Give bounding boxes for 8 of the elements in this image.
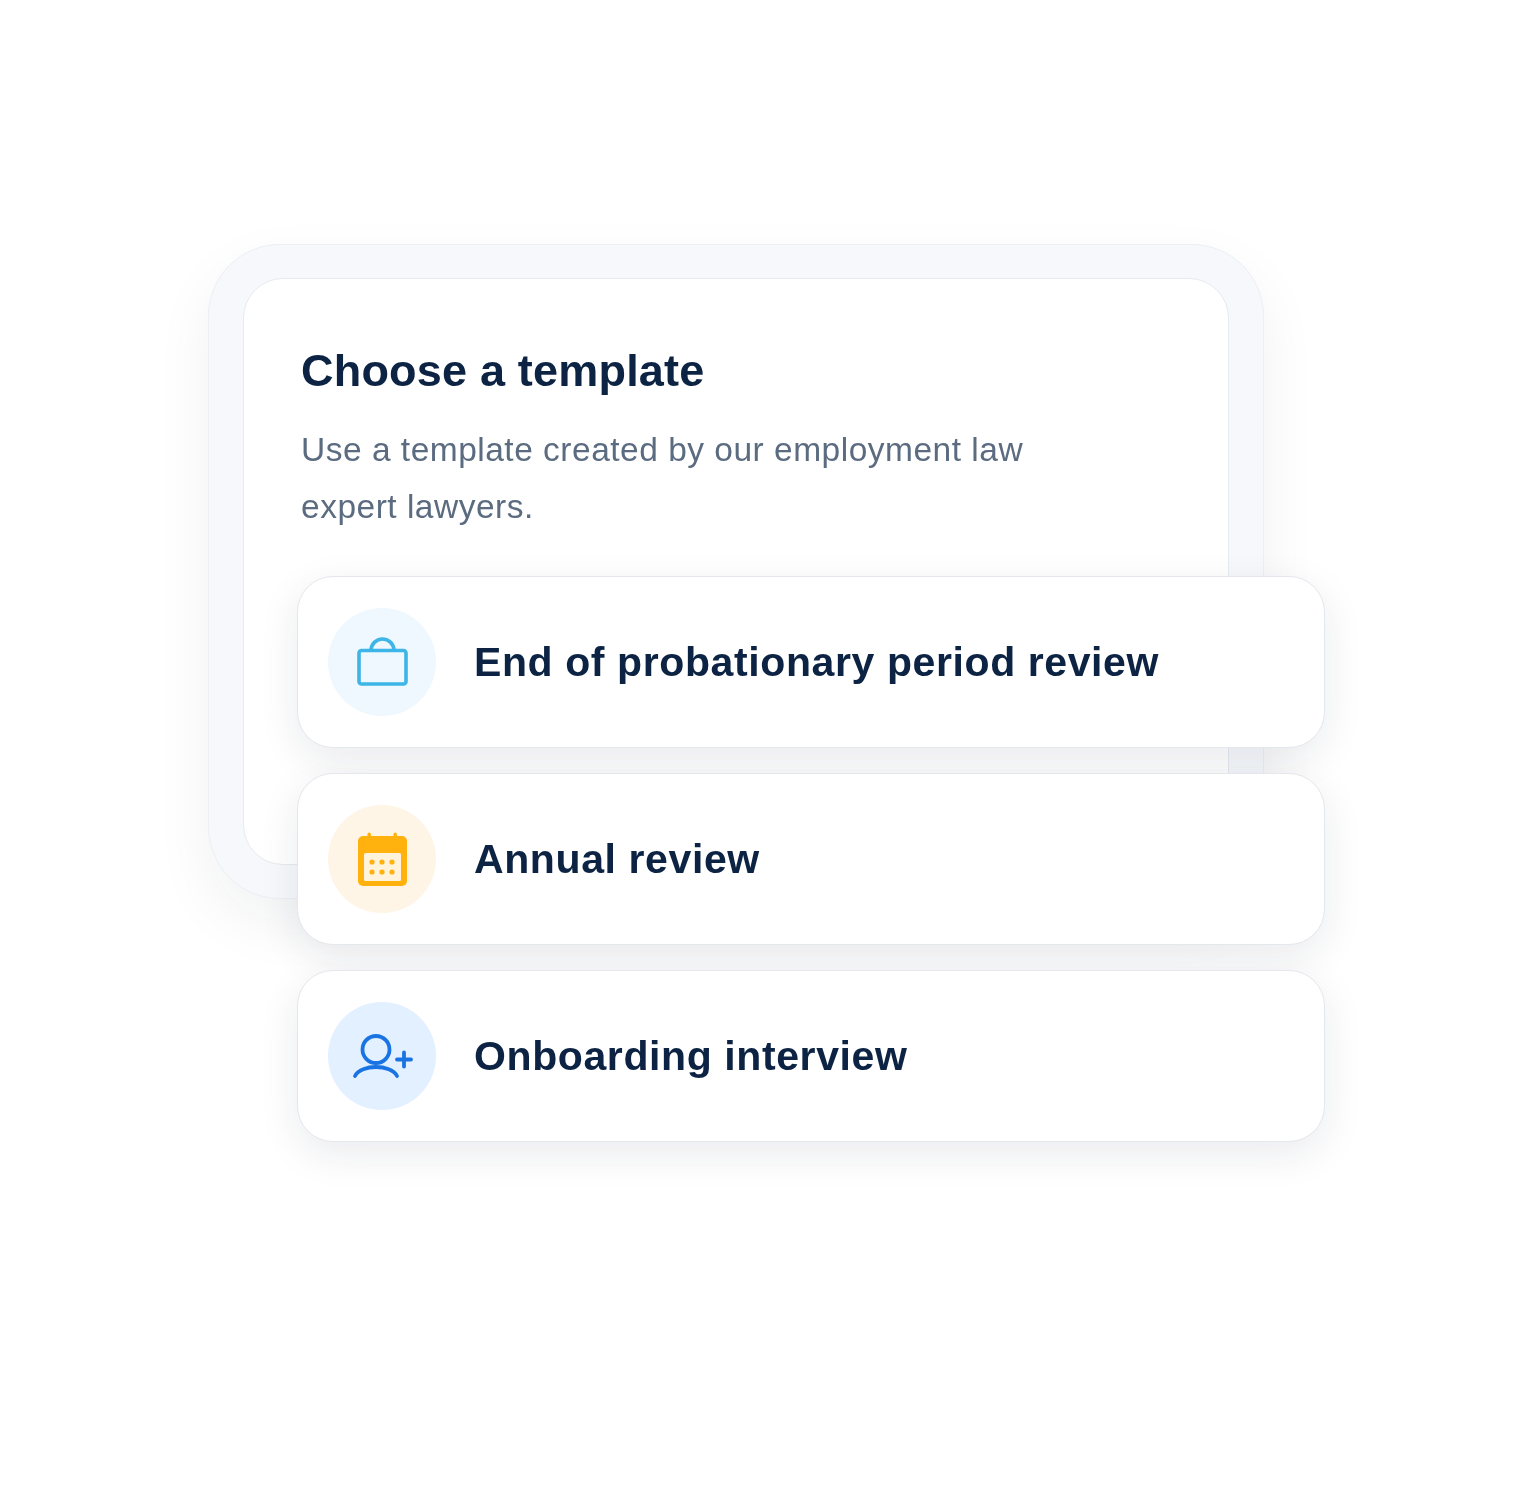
- template-option[interactable]: Onboarding interview: [297, 970, 1325, 1142]
- user-plus-icon: [328, 1002, 436, 1110]
- bag-icon: [328, 608, 436, 716]
- template-option[interactable]: End of probationary period review: [297, 576, 1325, 748]
- template-option[interactable]: Annual review: [297, 773, 1325, 945]
- card-title: Choose a template: [301, 344, 706, 398]
- calendar-icon: [328, 805, 436, 913]
- card-description: Use a template created by our employment law expert lawyers.: [301, 430, 1025, 527]
